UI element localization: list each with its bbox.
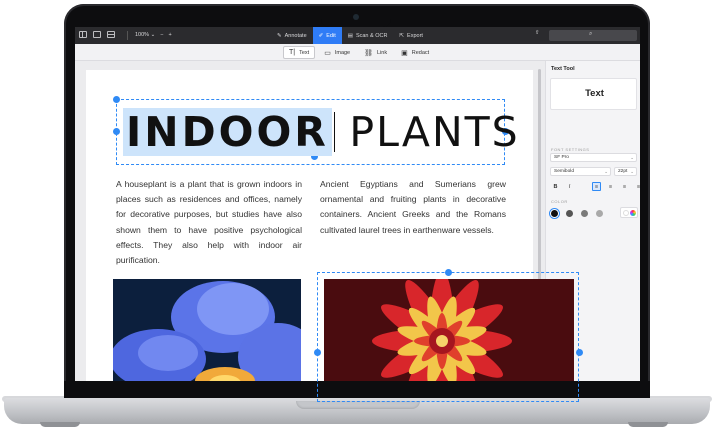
page-title[interactable]: INDOOR PLANTS bbox=[123, 108, 520, 156]
font-weight-select[interactable]: Semibold ⌄ bbox=[550, 167, 611, 176]
text-tool-button[interactable]: T| Text bbox=[283, 46, 316, 59]
annotate-icon: ✎ bbox=[277, 32, 282, 39]
laptop-foot-left bbox=[40, 422, 80, 427]
thumbnail-view-icon[interactable] bbox=[107, 31, 115, 38]
color-swatch-white bbox=[623, 209, 629, 216]
font-size-value: 22pt bbox=[618, 169, 628, 174]
search-input[interactable]: ⌕ bbox=[549, 30, 637, 41]
edit-tools-bar: T| Text ▭ Image ⛓ Link ▣ Redact bbox=[75, 44, 640, 61]
chevron-down-icon: ⌄ bbox=[604, 169, 608, 174]
align-center-icon[interactable]: ≡ bbox=[606, 182, 615, 191]
search-icon: ⌕ bbox=[589, 31, 593, 37]
image-selection-box[interactable] bbox=[317, 272, 579, 402]
top-toolbar: 100% ⌄ − + ✎ Annotate ✐ Edit ▤ Scan & OC… bbox=[75, 27, 640, 44]
color-wheel-icon bbox=[630, 209, 636, 216]
chevron-down-icon: ⌄ bbox=[630, 155, 634, 160]
link-tool-button[interactable]: ⛓ Link bbox=[359, 46, 392, 59]
body-column-left[interactable]: A houseplant is a plant that is grown in… bbox=[116, 177, 302, 268]
color-swatch-dark-gray[interactable] bbox=[566, 210, 573, 217]
text-caret bbox=[333, 112, 336, 152]
color-label: COLOR bbox=[551, 199, 568, 204]
text-tool-icon: T| bbox=[289, 49, 296, 56]
webcam-icon bbox=[353, 14, 359, 20]
panel-title: Text Tool bbox=[551, 66, 575, 72]
tab-edit[interactable]: ✐ Edit bbox=[312, 27, 342, 44]
blue-flower-illustration bbox=[113, 279, 301, 381]
laptop-foot-right bbox=[628, 422, 668, 427]
view-controls bbox=[79, 31, 115, 38]
zoom-level-dropdown[interactable]: 100% ⌄ bbox=[135, 32, 155, 38]
redact-tool-label: Redact bbox=[411, 49, 430, 56]
color-picker-button[interactable] bbox=[620, 207, 638, 218]
color-swatch-gray[interactable] bbox=[581, 210, 588, 217]
scan-icon: ▤ bbox=[347, 32, 353, 39]
preview-text: Text bbox=[585, 88, 604, 99]
body-column-right[interactable]: Ancient Egyptians and Sumerians grew orn… bbox=[320, 177, 506, 238]
zoom-out-button[interactable]: − bbox=[160, 32, 163, 38]
edit-icon: ✐ bbox=[318, 32, 324, 39]
text-tool-label: Text bbox=[299, 49, 310, 56]
font-size-select[interactable]: 22pt ⌄ bbox=[614, 167, 637, 176]
link-tool-label: Link bbox=[377, 49, 388, 56]
tab-export-label: Export bbox=[407, 32, 423, 39]
toolbar-divider bbox=[127, 31, 128, 40]
edit-tools: T| Text ▭ Image ⛓ Link ▣ Redact bbox=[283, 46, 434, 59]
zoom-level-value: 100% bbox=[135, 32, 150, 38]
link-tool-icon: ⛓ bbox=[364, 49, 374, 57]
text-format-row: B I ≡ ≡ ≡ ≡ bbox=[551, 182, 640, 191]
italic-button[interactable]: I bbox=[565, 182, 574, 191]
font-settings-label: FONT SETTINGS bbox=[551, 147, 590, 152]
text-style-preview: Text bbox=[550, 78, 637, 110]
tab-scan-ocr-label: Scan & OCR bbox=[355, 32, 388, 39]
align-left-icon[interactable]: ≡ bbox=[592, 182, 601, 191]
bold-button[interactable]: B bbox=[551, 182, 560, 191]
resize-handle-left[interactable] bbox=[112, 127, 120, 135]
zoom-controls: 100% ⌄ − + bbox=[135, 32, 172, 38]
redact-tool-icon: ▣ bbox=[401, 49, 408, 57]
blue-flower-image[interactable] bbox=[113, 279, 301, 381]
redact-tool-button[interactable]: ▣ Redact bbox=[396, 46, 434, 59]
image-tool-label: Image bbox=[334, 49, 351, 56]
font-weight-value: Semibold bbox=[554, 169, 574, 174]
align-justify-icon[interactable]: ≡ bbox=[634, 182, 640, 191]
resize-handle-top-left[interactable] bbox=[112, 95, 120, 103]
export-icon: ⇱ bbox=[399, 32, 405, 39]
single-page-view-icon[interactable] bbox=[93, 31, 101, 38]
title-light-word[interactable]: PLANTS bbox=[349, 108, 519, 156]
zoom-in-button[interactable]: + bbox=[168, 32, 171, 38]
image-tool-button[interactable]: ▭ Image bbox=[319, 46, 355, 59]
chevron-down-icon: ⌄ bbox=[630, 169, 634, 174]
tab-edit-label: Edit bbox=[326, 32, 336, 39]
align-right-icon[interactable]: ≡ bbox=[620, 182, 629, 191]
share-icon[interactable]: ⇧ bbox=[535, 30, 540, 36]
image-tool-icon: ▭ bbox=[324, 49, 331, 57]
document-scrollbar[interactable] bbox=[538, 69, 541, 299]
laptop-thumb-notch bbox=[296, 401, 420, 409]
sidebar-toggle-icon[interactable] bbox=[79, 31, 87, 38]
font-family-value: SF Pro bbox=[554, 155, 569, 160]
tab-export[interactable]: ⇱ Export bbox=[393, 27, 429, 44]
mode-tabs: ✎ Annotate ✐ Edit ▤ Scan & OCR ⇱ Export bbox=[271, 27, 429, 44]
color-swatch-black[interactable] bbox=[551, 210, 558, 217]
tab-annotate[interactable]: ✎ Annotate bbox=[271, 27, 313, 44]
color-swatch-light-gray[interactable] bbox=[596, 210, 603, 217]
title-bold-word[interactable]: INDOOR bbox=[123, 108, 332, 156]
color-swatches bbox=[551, 210, 603, 217]
tab-scan-ocr[interactable]: ▤ Scan & OCR bbox=[342, 27, 394, 44]
tab-annotate-label: Annotate bbox=[284, 32, 307, 39]
font-family-select[interactable]: SF Pro ⌄ bbox=[550, 153, 637, 162]
